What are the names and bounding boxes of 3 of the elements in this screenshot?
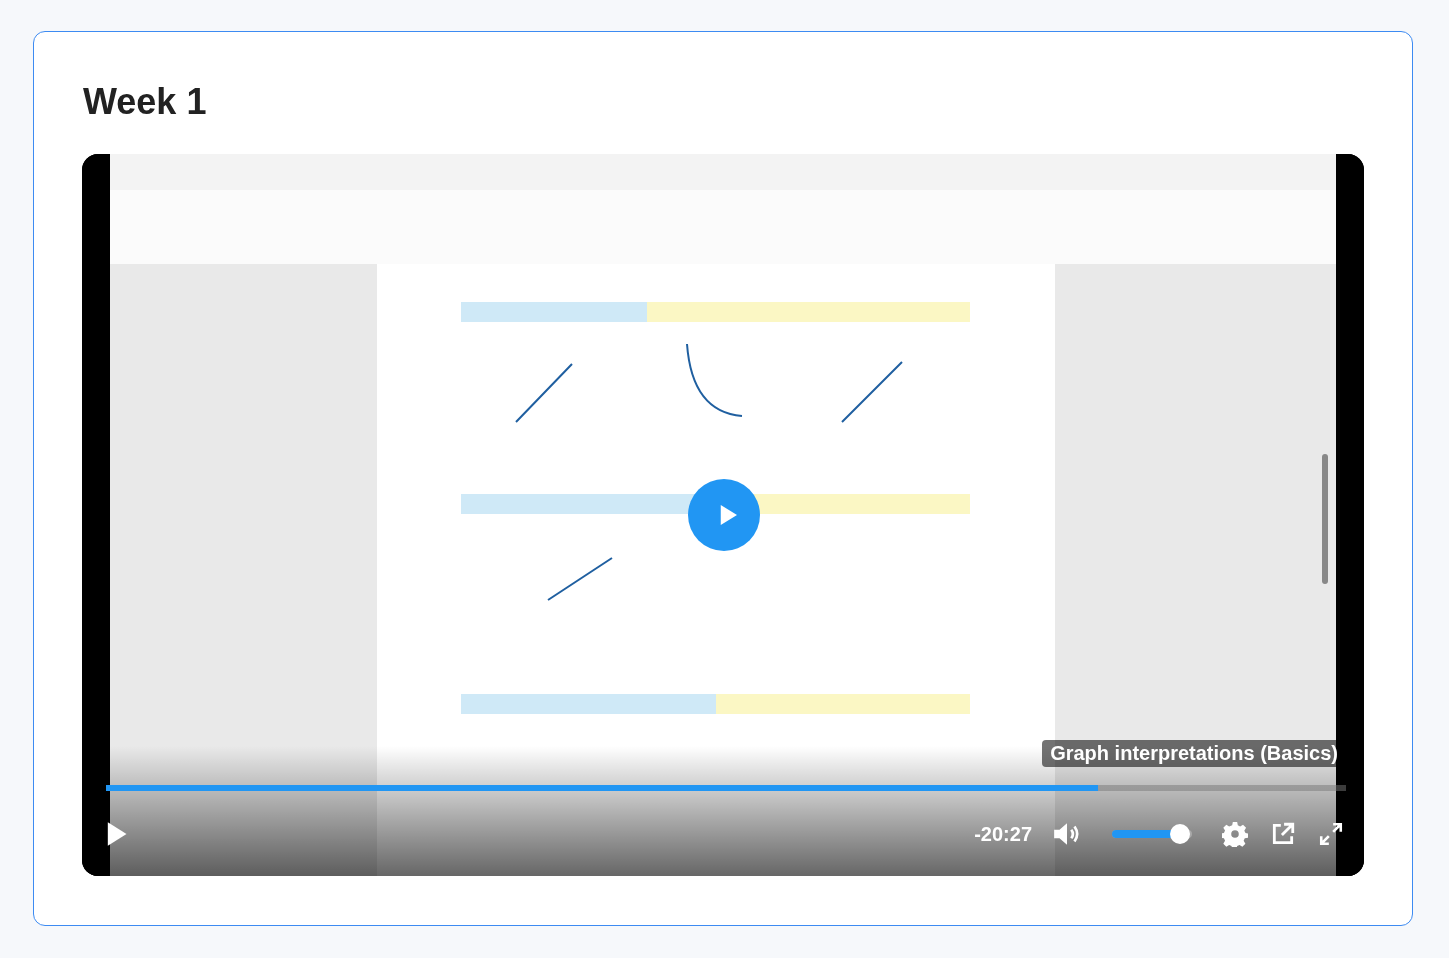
- time-remaining: -20:27: [974, 822, 1032, 846]
- settings-icon[interactable]: [1220, 819, 1250, 849]
- week-title: Week 1: [83, 80, 208, 124]
